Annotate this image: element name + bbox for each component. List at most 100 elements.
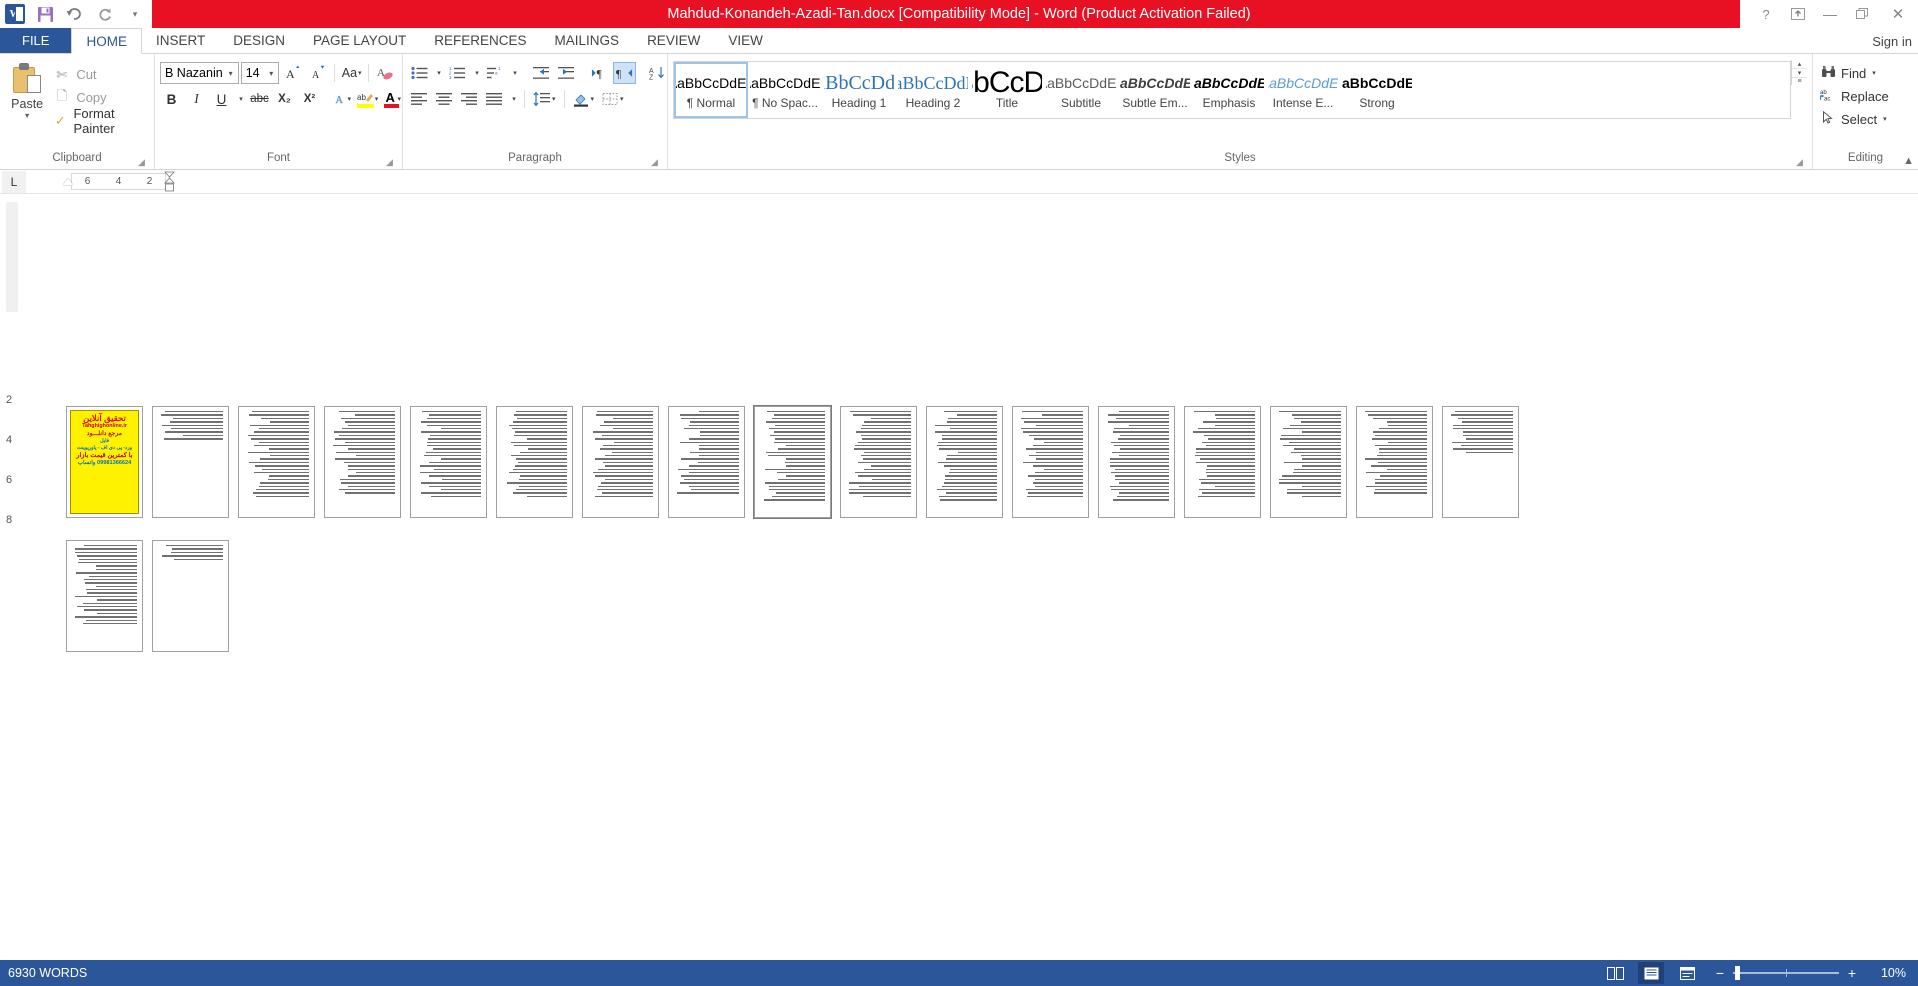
tab-design[interactable]: DESIGN xyxy=(219,28,299,53)
page-thumbnails[interactable]: تحقیق آنلاین Tahghighonline.ir مرجع دانلــ… xyxy=(66,405,1546,674)
style-item-heading-2[interactable]: AaBbCcDdEe Heading 2 xyxy=(896,62,970,118)
font-color-button[interactable]: A ▾ xyxy=(381,88,404,110)
zoom-level-label[interactable]: 10% xyxy=(1868,966,1906,980)
style-item-emphasis[interactable]: AaBbCcDdEe Emphasis xyxy=(1192,62,1266,118)
select-button[interactable]: Select ▾ xyxy=(1818,108,1891,130)
vertical-scroll-indicator[interactable] xyxy=(6,202,18,312)
styles-scroll-up-button[interactable]: ▴ xyxy=(1792,60,1807,69)
close-button[interactable]: ✕ xyxy=(1878,0,1918,28)
font-size-combo[interactable]: 14 ▾ xyxy=(240,62,280,84)
page-thumbnail[interactable] xyxy=(1098,406,1175,518)
word-count-label[interactable]: 6930 WORDS xyxy=(8,966,87,980)
page-thumbnail[interactable] xyxy=(324,406,401,518)
customize-qat-icon[interactable]: ▾ xyxy=(124,3,146,25)
decrease-indent-button[interactable] xyxy=(530,62,553,84)
page-thumbnail[interactable] xyxy=(668,406,745,518)
align-right-button[interactable] xyxy=(458,88,481,110)
tab-page-layout[interactable]: PAGE LAYOUT xyxy=(299,28,420,53)
left-indent-marker[interactable] xyxy=(63,178,73,185)
tab-home[interactable]: HOME xyxy=(71,28,142,54)
tab-stop-selector[interactable]: L xyxy=(2,170,26,193)
rtl-text-direction-button[interactable]: ¶ xyxy=(613,62,636,84)
text-effects-button[interactable]: A ▾ xyxy=(331,88,354,110)
find-button[interactable]: Find ▾ xyxy=(1818,62,1891,84)
font-name-dropdown-icon[interactable]: ▾ xyxy=(223,69,238,78)
cut-button[interactable]: ✄ Cut xyxy=(49,64,149,85)
styles-scroll-down-button[interactable]: ▾ xyxy=(1792,69,1807,78)
page-thumbnail[interactable] xyxy=(152,540,229,652)
find-dropdown-icon[interactable]: ▾ xyxy=(1872,69,1876,77)
page-thumbnail[interactable] xyxy=(152,406,229,518)
save-icon[interactable] xyxy=(34,3,56,25)
superscript-button[interactable]: X² xyxy=(298,88,321,110)
horizontal-ruler[interactable]: 6 4 2 xyxy=(63,171,175,192)
numbering-button[interactable]: 123 xyxy=(446,62,469,84)
restore-button[interactable] xyxy=(1846,0,1878,28)
justify-button[interactable] xyxy=(483,88,506,110)
select-dropdown-icon[interactable]: ▾ xyxy=(1883,115,1887,123)
style-item-intense-e[interactable]: AaBbCcDdEe Intense E... xyxy=(1266,62,1340,118)
minimize-button[interactable]: — xyxy=(1814,0,1846,28)
page-thumbnail[interactable] xyxy=(238,406,315,518)
page-thumbnail[interactable]: تحقیق آنلاین Tahghighonline.ir مرجع دانلــ… xyxy=(66,406,143,518)
redo-icon[interactable] xyxy=(94,3,116,25)
line-spacing-button[interactable]: ▾ xyxy=(530,88,559,110)
style-item-title[interactable]: AaBbCcDdEeTitle xyxy=(970,62,1044,118)
style-item-strong[interactable]: AaBbCcDdEe Strong xyxy=(1340,62,1414,118)
style-item-no-spac[interactable]: AaBbCcDdEe ¶ No Spac... xyxy=(748,62,822,118)
numbering-dropdown-icon[interactable]: ▾ xyxy=(471,62,482,84)
font-size-dropdown-icon[interactable]: ▾ xyxy=(263,69,278,78)
page-thumbnail[interactable] xyxy=(496,406,573,518)
sign-in-link[interactable]: Sign in xyxy=(1872,28,1912,54)
zoom-in-button[interactable]: + xyxy=(1846,966,1858,980)
collapse-ribbon-icon[interactable]: ▲ xyxy=(1903,155,1914,167)
strikethrough-button[interactable]: abc xyxy=(248,88,271,110)
page-thumbnail[interactable] xyxy=(410,406,487,518)
right-indent-marker[interactable] xyxy=(164,171,175,193)
underline-button[interactable]: U xyxy=(210,88,233,110)
shrink-font-button[interactable]: A xyxy=(306,62,329,84)
tab-insert[interactable]: INSERT xyxy=(142,28,219,53)
bold-button[interactable]: B xyxy=(160,88,183,110)
document-canvas[interactable]: 2 4 6 8 تحقیق آنلاین Tahghighonline.ir مرج… xyxy=(0,194,1918,954)
clear-formatting-button[interactable]: A xyxy=(374,62,397,84)
styles-gallery-scrollbar[interactable]: ▴ ▾ ≡ xyxy=(1791,60,1807,85)
ltr-text-direction-button[interactable]: ¶ xyxy=(588,62,611,84)
page-thumbnail[interactable] xyxy=(840,406,917,518)
underline-dropdown-icon[interactable]: ▾ xyxy=(235,88,246,110)
read-mode-button[interactable] xyxy=(1602,962,1628,984)
borders-button[interactable]: ▾ xyxy=(599,88,627,110)
zoom-thumb[interactable] xyxy=(1735,966,1740,980)
replace-button[interactable]: ab ac Replace xyxy=(1818,85,1891,107)
zoom-out-button[interactable]: − xyxy=(1714,966,1726,980)
tab-review[interactable]: REVIEW xyxy=(633,28,714,53)
justify-dropdown-icon[interactable]: ▾ xyxy=(508,88,519,110)
zoom-slider[interactable]: − + xyxy=(1714,966,1858,980)
shading-button[interactable]: ▾ xyxy=(570,88,598,110)
bullets-button[interactable] xyxy=(408,62,431,84)
styles-gallery[interactable]: AaBbCcDdEe ¶ Normal AaBbCcDdEe ¶ No Spac...… xyxy=(673,61,1791,119)
styles-more-button[interactable]: ≡ xyxy=(1792,78,1807,85)
zoom-track[interactable] xyxy=(1733,966,1839,980)
page-thumbnail[interactable] xyxy=(66,540,143,652)
page-thumbnail[interactable] xyxy=(1270,406,1347,518)
bullets-dropdown-icon[interactable]: ▾ xyxy=(433,62,444,84)
sort-button[interactable]: AZ xyxy=(646,62,669,84)
style-item-heading-1[interactable]: AaBbCcDdEe Heading 1 xyxy=(822,62,896,118)
text-highlight-color-button[interactable]: ab ▾ xyxy=(356,88,379,110)
tab-references[interactable]: REFERENCES xyxy=(420,28,540,53)
page-thumbnail[interactable] xyxy=(753,405,832,519)
paragraph-dialog-launcher[interactable]: ◢ xyxy=(649,157,660,168)
style-item-subtitle[interactable]: AaBbCcDdEe Subtitle xyxy=(1044,62,1118,118)
grow-font-button[interactable]: A xyxy=(281,62,304,84)
tab-mailings[interactable]: MAILINGS xyxy=(541,28,634,53)
italic-button[interactable]: I xyxy=(185,88,208,110)
multilevel-list-button[interactable]: 1ai xyxy=(484,62,507,84)
page-thumbnail[interactable] xyxy=(1442,406,1519,518)
page-thumbnail[interactable] xyxy=(582,406,659,518)
font-dialog-launcher[interactable]: ◢ xyxy=(384,157,395,168)
tab-view[interactable]: VIEW xyxy=(714,28,777,53)
page-thumbnail[interactable] xyxy=(926,406,1003,518)
format-painter-button[interactable]: ✓ Format Painter xyxy=(49,106,149,136)
help-button[interactable]: ? xyxy=(1750,0,1782,28)
